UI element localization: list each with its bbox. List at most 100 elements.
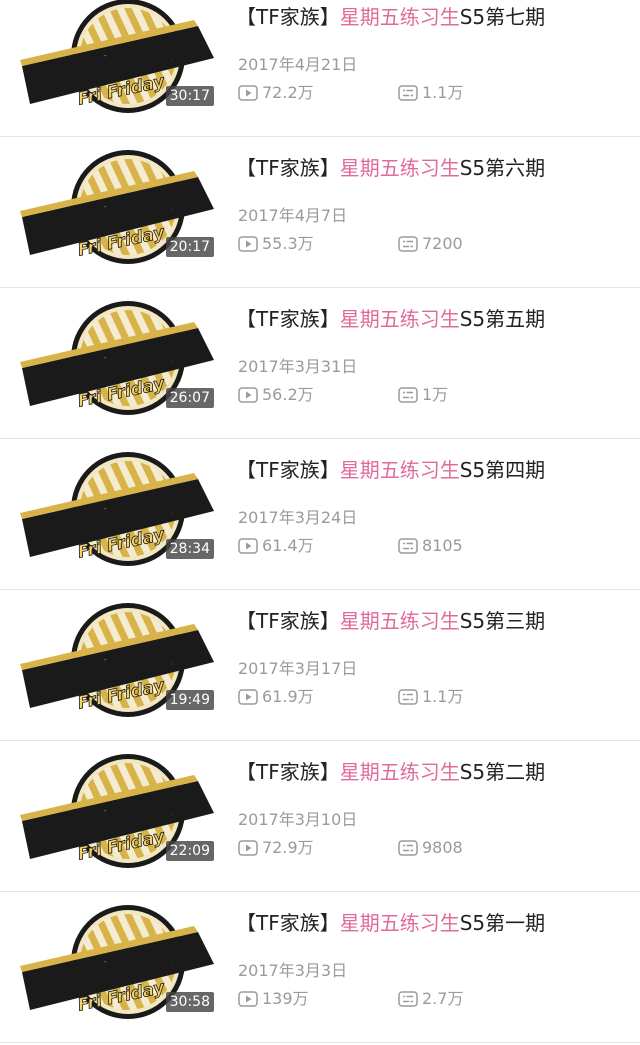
video-duration: 20:17 xyxy=(165,237,214,257)
video-title[interactable]: 【TF家族】星期五练习生S5第三期 xyxy=(236,608,545,634)
title-prefix: 【TF家族】 xyxy=(236,5,340,29)
title-suffix: S5第四期 xyxy=(459,458,546,482)
play-count-icon xyxy=(238,236,258,252)
video-duration: 19:49 xyxy=(165,690,214,710)
danmaku-count-value: 7200 xyxy=(422,234,463,253)
video-stats: 56.2万 1万 xyxy=(238,384,618,406)
danmaku-count: 9808 xyxy=(398,837,463,859)
play-count-value: 61.4万 xyxy=(262,536,314,555)
play-count-value: 72.9万 xyxy=(262,838,314,857)
danmaku-count-value: 1.1万 xyxy=(422,83,464,102)
title-prefix: 【TF家族】 xyxy=(236,760,340,784)
title-highlight: 星期五练习生 xyxy=(339,911,460,935)
video-thumbnail[interactable]: 星期五练习生 Fri Friday 26:07 xyxy=(18,298,218,416)
title-highlight: 星期五练习生 xyxy=(339,307,460,331)
upload-date: 2017年3月10日 xyxy=(238,810,358,829)
title-prefix: 【TF家族】 xyxy=(236,307,340,331)
title-highlight: 星期五练习生 xyxy=(339,5,460,29)
video-list: 星期五练习生 Fri Friday 30:17 【TF家族】星期五练习生S5第七… xyxy=(0,0,640,1043)
play-count: 72.9万 xyxy=(238,837,314,859)
play-count-icon xyxy=(238,991,258,1007)
danmaku-count-value: 8105 xyxy=(422,536,463,555)
danmaku-count: 2.7万 xyxy=(398,988,463,1010)
video-item[interactable]: 星期五练习生 Fri Friday 30:58 【TF家族】星期五练习生S5第一… xyxy=(0,892,640,1043)
play-count-icon xyxy=(238,387,258,403)
danmaku-count: 1.1万 xyxy=(398,686,463,708)
danmaku-count-icon xyxy=(398,387,418,403)
upload-date: 2017年3月3日 xyxy=(238,961,348,980)
title-highlight: 星期五练习生 xyxy=(339,760,460,784)
video-item[interactable]: 星期五练习生 Fri Friday 30:17 【TF家族】星期五练习生S5第七… xyxy=(0,0,640,137)
play-count-icon xyxy=(238,840,258,856)
video-stats: 72.9万 9808 xyxy=(238,837,618,859)
video-item[interactable]: 星期五练习生 Fri Friday 20:17 【TF家族】星期五练习生S5第六… xyxy=(0,137,640,288)
video-title[interactable]: 【TF家族】星期五练习生S5第四期 xyxy=(236,457,545,483)
upload-date: 2017年4月21日 xyxy=(238,55,358,74)
video-title[interactable]: 【TF家族】星期五练习生S5第一期 xyxy=(236,910,545,936)
play-count: 55.3万 xyxy=(238,233,314,255)
video-item[interactable]: 星期五练习生 Fri Friday 22:09 【TF家族】星期五练习生S5第二… xyxy=(0,741,640,892)
play-count-icon xyxy=(238,85,258,101)
video-thumbnail[interactable]: 星期五练习生 Fri Friday 20:17 xyxy=(18,147,218,265)
video-title[interactable]: 【TF家族】星期五练习生S5第二期 xyxy=(236,759,545,785)
title-prefix: 【TF家族】 xyxy=(236,156,340,180)
video-item[interactable]: 星期五练习生 Fri Friday 26:07 【TF家族】星期五练习生S5第五… xyxy=(0,288,640,439)
video-stats: 61.9万 1.1万 xyxy=(238,686,618,708)
video-duration: 28:34 xyxy=(165,539,214,559)
video-thumbnail[interactable]: 星期五练习生 Fri Friday 28:34 xyxy=(18,449,218,567)
upload-date: 2017年3月17日 xyxy=(238,659,358,678)
play-count: 139万 xyxy=(238,988,309,1010)
title-prefix: 【TF家族】 xyxy=(236,911,340,935)
play-count: 61.4万 xyxy=(238,535,314,557)
video-stats: 61.4万 8105 xyxy=(238,535,618,557)
title-prefix: 【TF家族】 xyxy=(236,458,340,482)
danmaku-count-icon xyxy=(398,840,418,856)
video-stats: 55.3万 7200 xyxy=(238,233,618,255)
video-title[interactable]: 【TF家族】星期五练习生S5第五期 xyxy=(236,306,545,332)
play-count-icon xyxy=(238,689,258,705)
danmaku-count: 1万 xyxy=(398,384,448,406)
video-thumbnail[interactable]: 星期五练习生 Fri Friday 19:49 xyxy=(18,600,218,718)
danmaku-count-value: 1.1万 xyxy=(422,687,464,706)
danmaku-count: 8105 xyxy=(398,535,463,557)
danmaku-count-icon xyxy=(398,991,418,1007)
title-suffix: S5第五期 xyxy=(459,307,546,331)
title-suffix: S5第一期 xyxy=(459,911,546,935)
upload-date: 2017年3月24日 xyxy=(238,508,358,527)
title-suffix: S5第六期 xyxy=(459,156,546,180)
video-duration: 30:17 xyxy=(165,86,214,106)
danmaku-count-icon xyxy=(398,236,418,252)
title-highlight: 星期五练习生 xyxy=(339,156,460,180)
play-count: 72.2万 xyxy=(238,82,314,104)
video-title[interactable]: 【TF家族】星期五练习生S5第六期 xyxy=(236,155,545,181)
upload-date: 2017年3月31日 xyxy=(238,357,358,376)
video-item[interactable]: 星期五练习生 Fri Friday 19:49 【TF家族】星期五练习生S5第三… xyxy=(0,590,640,741)
title-highlight: 星期五练习生 xyxy=(339,609,460,633)
title-suffix: S5第二期 xyxy=(459,760,546,784)
title-highlight: 星期五练习生 xyxy=(339,458,460,482)
video-thumbnail[interactable]: 星期五练习生 Fri Friday 22:09 xyxy=(18,751,218,869)
play-count-value: 56.2万 xyxy=(262,385,314,404)
video-thumbnail[interactable]: 星期五练习生 Fri Friday 30:58 xyxy=(18,902,218,1020)
play-count-icon xyxy=(238,538,258,554)
title-prefix: 【TF家族】 xyxy=(236,609,340,633)
danmaku-count-icon xyxy=(398,538,418,554)
play-count-value: 61.9万 xyxy=(262,687,314,706)
danmaku-count-icon xyxy=(398,689,418,705)
danmaku-count-icon xyxy=(398,85,418,101)
video-duration: 22:09 xyxy=(165,841,214,861)
title-suffix: S5第七期 xyxy=(459,5,546,29)
danmaku-count-value: 2.7万 xyxy=(422,989,464,1008)
video-stats: 72.2万 1.1万 xyxy=(238,82,618,104)
play-count-value: 55.3万 xyxy=(262,234,314,253)
video-item[interactable]: 星期五练习生 Fri Friday 28:34 【TF家族】星期五练习生S5第四… xyxy=(0,439,640,590)
video-title[interactable]: 【TF家族】星期五练习生S5第七期 xyxy=(236,4,545,30)
danmaku-count-value: 1万 xyxy=(422,385,449,404)
video-thumbnail[interactable]: 星期五练习生 Fri Friday 30:17 xyxy=(18,0,218,114)
upload-date: 2017年4月7日 xyxy=(238,206,348,225)
play-count-value: 72.2万 xyxy=(262,83,314,102)
danmaku-count: 1.1万 xyxy=(398,82,463,104)
play-count: 56.2万 xyxy=(238,384,314,406)
play-count: 61.9万 xyxy=(238,686,314,708)
video-duration: 30:58 xyxy=(165,992,214,1012)
